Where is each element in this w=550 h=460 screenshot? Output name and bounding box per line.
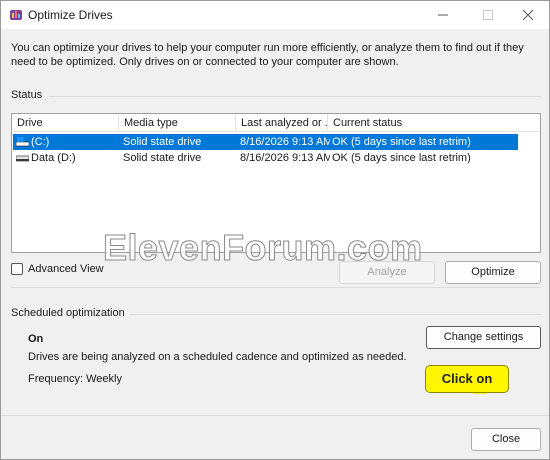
status-section-label: Status xyxy=(11,89,43,101)
drive-row-d[interactable]: Data (D:) Solid state drive 8/16/2026 9:… xyxy=(13,150,518,166)
advanced-view-label[interactable]: Advanced View xyxy=(28,263,104,275)
drive-icon xyxy=(16,155,29,162)
window-title: Optimize Drives xyxy=(28,8,113,22)
title-bar: Optimize Drives xyxy=(1,1,549,29)
column-header-drive[interactable]: Drive xyxy=(12,114,119,132)
schedule-state: On xyxy=(28,333,44,345)
minimize-icon xyxy=(438,14,448,16)
drive-name: (C:) xyxy=(31,136,50,148)
drive-name: Data (D:) xyxy=(31,152,76,164)
close-window-button[interactable] xyxy=(508,1,548,29)
change-settings-button[interactable]: Change settings xyxy=(426,326,541,349)
schedule-top-divider xyxy=(11,287,541,288)
scheduled-divider xyxy=(129,314,541,315)
schedule-frequency: Frequency: Weekly xyxy=(28,373,122,385)
intro-text: You can optimize your drives to help you… xyxy=(11,42,524,68)
maximize-icon xyxy=(483,10,493,20)
close-icon xyxy=(523,10,533,20)
optimize-drives-window: Optimize Drives You can optimize your dr… xyxy=(0,0,550,460)
status-divider xyxy=(49,96,541,97)
dialog-footer: Close xyxy=(1,415,549,459)
column-header-media-type[interactable]: Media type xyxy=(119,114,236,132)
click-on-callout: Click on xyxy=(425,365,509,393)
analyze-button[interactable]: Analyze xyxy=(339,261,435,284)
advanced-view-checkbox[interactable] xyxy=(11,263,23,275)
maximize-button[interactable] xyxy=(468,1,508,29)
column-header-last-analyzed[interactable]: Last analyzed or ... xyxy=(236,114,328,132)
media-type: Solid state drive xyxy=(123,136,202,148)
last-analyzed: 8/16/2026 9:13 AM xyxy=(240,136,330,148)
current-status: OK (5 days since last retrim) xyxy=(332,136,471,148)
drive-row-c[interactable]: (C:) Solid state drive 8/16/2026 9:13 AM… xyxy=(13,134,518,150)
close-button[interactable]: Close xyxy=(471,428,541,451)
schedule-description: Drives are being analyzed on a scheduled… xyxy=(28,351,407,363)
column-header-current-status[interactable]: Current status xyxy=(328,114,540,132)
scheduled-optimization-label: Scheduled optimization xyxy=(11,307,125,319)
drives-list-header: Drive Media type Last analyzed or ... Cu… xyxy=(12,114,540,132)
minimize-button[interactable] xyxy=(423,1,463,29)
last-analyzed: 8/16/2026 9:13 AM xyxy=(240,152,330,164)
current-status: OK (5 days since last retrim) xyxy=(332,152,471,164)
media-type: Solid state drive xyxy=(123,152,202,164)
optimize-drives-app-icon xyxy=(10,10,22,20)
dialog-content: You can optimize your drives to help you… xyxy=(1,29,549,415)
optimize-button[interactable]: Optimize xyxy=(445,261,541,284)
windows-drive-icon xyxy=(16,137,29,147)
drives-list[interactable]: Drive Media type Last analyzed or ... Cu… xyxy=(11,113,541,253)
